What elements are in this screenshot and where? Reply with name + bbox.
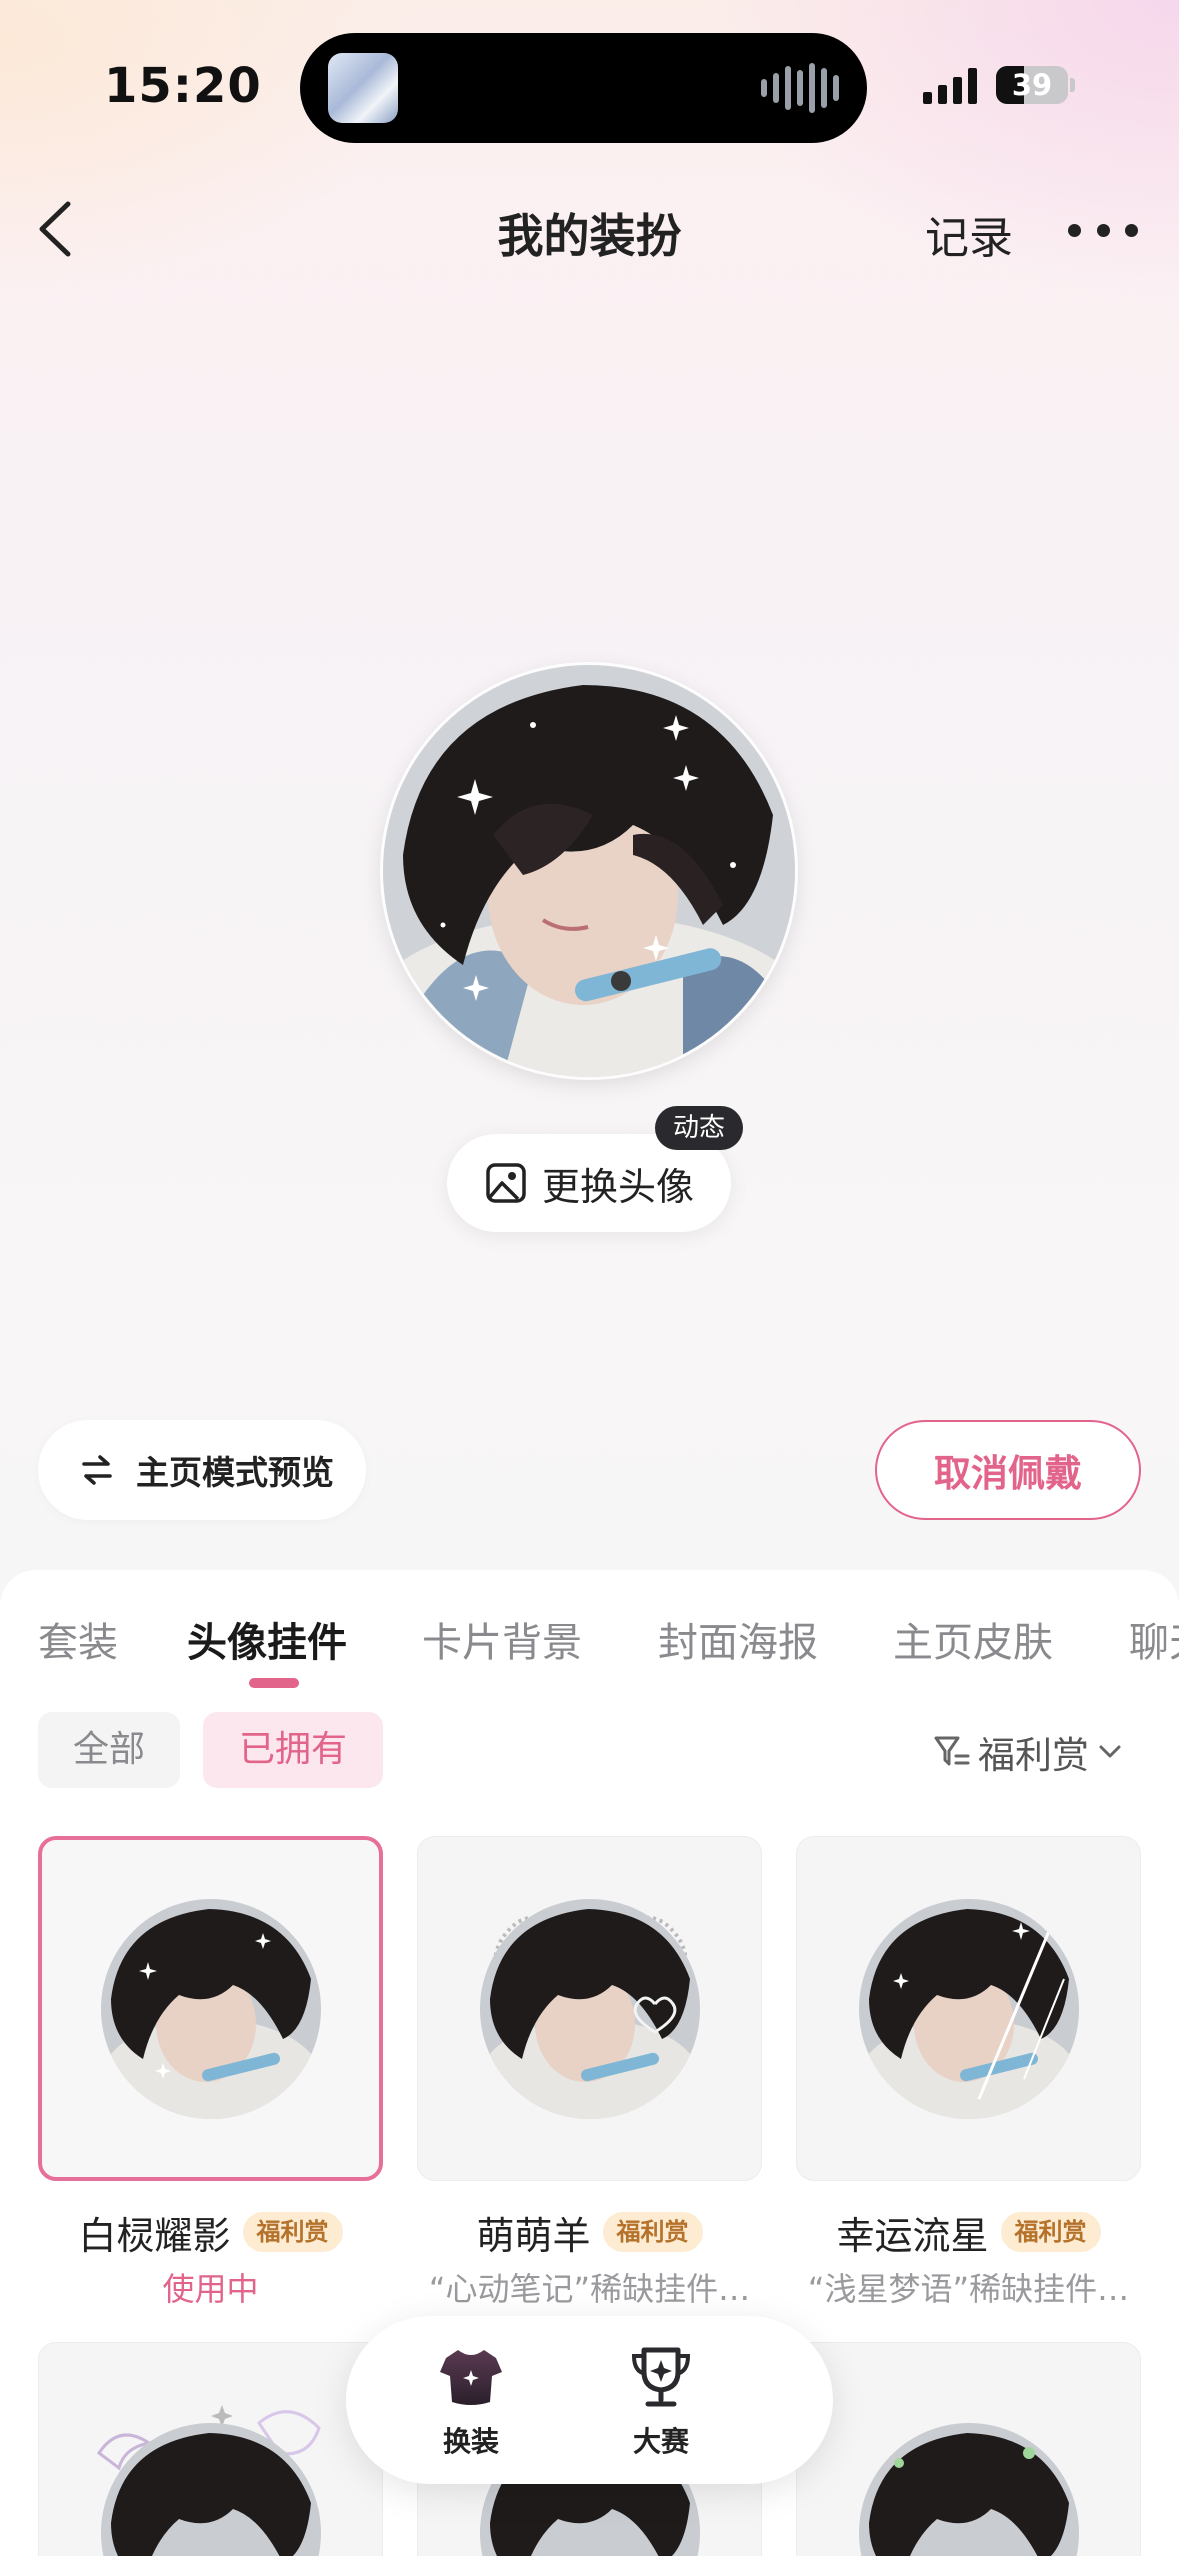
- battery-icon: 39: [996, 66, 1068, 104]
- pendant-card-selected[interactable]: [38, 1836, 383, 2181]
- more-dot-icon: [1096, 223, 1110, 237]
- tab-suit[interactable]: 套装: [38, 1610, 118, 1668]
- welfare-badge: 福利赏: [602, 2212, 703, 2252]
- floating-bottom-nav: 换装 大赛: [346, 2316, 833, 2484]
- filter-owned-chip[interactable]: 已拥有: [203, 1712, 383, 1788]
- homepage-preview-button[interactable]: 主页模式预览: [38, 1420, 366, 1520]
- tab-card-background[interactable]: 卡片背景: [422, 1610, 582, 1668]
- nav-dress-up[interactable]: 换装: [411, 2342, 531, 2460]
- battery-level: 39: [1011, 68, 1053, 102]
- tab-cover-poster[interactable]: 封面海报: [658, 1610, 818, 1668]
- avatar-image: [383, 665, 795, 1077]
- pendant-name-row: 萌萌羊 福利赏: [417, 2204, 762, 2260]
- more-dot-icon: [1125, 223, 1138, 237]
- pendant-description: “浅星梦语”稀缺挂件…: [807, 2270, 1130, 2308]
- more-dot-icon: [1068, 223, 1081, 237]
- change-avatar-label: 更换头像: [541, 1164, 694, 1209]
- swap-arrows-icon: [82, 1455, 112, 1485]
- more-button[interactable]: [1068, 210, 1138, 250]
- sort-label: 福利赏: [978, 1734, 1089, 1777]
- pendant-card[interactable]: [417, 1836, 762, 2181]
- pendant-name: 幸运流星: [836, 2213, 989, 2258]
- cellular-signal-icon: [923, 68, 977, 104]
- welfare-badge: 福利赏: [242, 2212, 343, 2252]
- pendant-name: 萌萌羊: [476, 2213, 591, 2258]
- pendant-card[interactable]: [796, 1836, 1141, 2181]
- audio-waveform-icon: [761, 63, 839, 113]
- active-tab-indicator: [249, 1678, 299, 1688]
- homepage-preview-label: 主页模式预览: [136, 1453, 334, 1492]
- pendant-name-row: 白棂耀影 福利赏: [38, 2204, 383, 2260]
- pendant-thumbnail: [100, 1898, 321, 2119]
- category-tabs: 套装 头像挂件 卡片背景 封面海报 主页皮肤 聊天: [0, 1610, 1179, 1690]
- pendant-thumbnail: [479, 1898, 700, 2119]
- pendant-thumbnail: [858, 1898, 1079, 2119]
- in-use-status: 使用中: [162, 2270, 259, 2308]
- status-time: 15:20: [104, 58, 262, 114]
- image-icon: [486, 1163, 526, 1203]
- pendant-card[interactable]: [38, 2342, 383, 2556]
- pendant-description: “心动笔记”稀缺挂件…: [428, 2270, 751, 2308]
- pendant-thumbnail: [858, 2423, 1079, 2556]
- pendant-name-row: 幸运流星 福利赏: [796, 2204, 1141, 2260]
- dynamic-badge: 动态: [655, 1106, 744, 1150]
- cancel-wear-button[interactable]: 取消佩戴: [875, 1420, 1141, 1520]
- navigation-bar: 我的装扮 记录: [0, 180, 1179, 280]
- nav-contest-label: 大赛: [632, 2425, 689, 2458]
- nav-contest[interactable]: 大赛: [601, 2342, 721, 2460]
- dynamic-island[interactable]: [300, 33, 867, 143]
- now-playing-artwork: [328, 53, 398, 123]
- nav-dress-up-label: 换装: [442, 2425, 499, 2458]
- chevron-down-icon: [1099, 1745, 1121, 1758]
- battery-tip: [1070, 78, 1075, 92]
- pendant-name: 白棂耀影: [78, 2213, 231, 2258]
- tab-avatar-pendant[interactable]: 头像挂件: [187, 1610, 347, 1668]
- welfare-badge: 福利赏: [1000, 2212, 1101, 2252]
- record-button[interactable]: 记录: [925, 202, 1013, 266]
- avatar-preview[interactable]: [383, 665, 795, 1077]
- status-bar: 15:20 39: [0, 0, 1179, 180]
- sort-dropdown[interactable]: 福利赏: [932, 1722, 1125, 1782]
- filter-icon: [934, 1736, 970, 1766]
- trophy-icon: [631, 2347, 691, 2407]
- tab-homepage-skin[interactable]: 主页皮肤: [893, 1610, 1053, 1668]
- tab-chat[interactable]: 聊天: [1129, 1610, 1179, 1668]
- filter-all-chip[interactable]: 全部: [38, 1712, 180, 1788]
- shirt-icon: [440, 2350, 502, 2405]
- pendant-card[interactable]: [796, 2342, 1141, 2556]
